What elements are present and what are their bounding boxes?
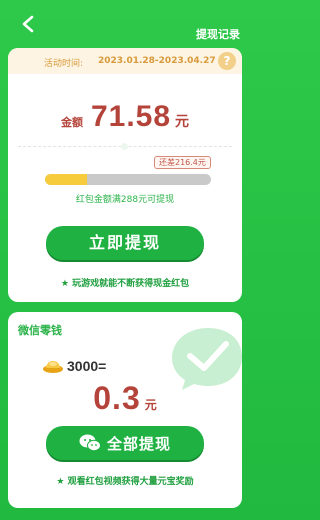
equals-sign: = <box>98 358 107 374</box>
withdraw-now-button[interactable]: 立即提现 <box>46 226 204 260</box>
wechat-wallet-card: 微信零钱 3000 = 0.3 元 全部提现 ★ 观看红包视频获得大量元宝奖励 <box>8 312 242 508</box>
withdraw-all-button[interactable]: 全部提现 <box>46 426 204 460</box>
threshold-hint: 红包金额满288元可提现 <box>75 195 175 205</box>
video-tip: ★ 观看红包视频获得大量元宝奖励 <box>56 477 194 487</box>
withdraw-all-label: 全部提现 <box>106 434 171 453</box>
back-button[interactable] <box>18 14 38 34</box>
amount-display: 金额 71.58 元 <box>8 100 242 134</box>
gold-ingot-icon <box>43 361 63 373</box>
period-value: 2023.01.28-2023.04.27 <box>98 56 216 66</box>
divider-dot <box>121 143 128 150</box>
chevron-left-icon <box>22 15 34 33</box>
wallet-title: 微信零钱 <box>18 324 62 337</box>
game-tip: ★ 玩游戏就能不断获得现金红包 <box>60 279 190 289</box>
ingot-count: 3000 <box>67 358 99 374</box>
amount-label: 金额 <box>60 116 83 129</box>
top-bar: 提现记录 <box>0 0 250 52</box>
remaining-badge: 还差216.4元 <box>154 156 211 169</box>
cash-unit: 元 <box>144 398 157 412</box>
withdraw-record-link[interactable]: 提现记录 <box>196 26 240 42</box>
progress-bar <box>45 174 211 185</box>
amount-value: 71.58 <box>90 100 172 133</box>
cash-equivalent: 0.3 元 <box>8 380 242 417</box>
progress-fill <box>45 174 87 185</box>
activity-period-bar: 活动时间: 2023.01.28-2023.04.27 ? <box>8 48 242 74</box>
cash-value: 0.3 <box>93 380 141 416</box>
withdraw-card: 活动时间: 2023.01.28-2023.04.27 ? 金额 71.58 元… <box>8 48 242 302</box>
question-icon[interactable]: ? <box>218 52 236 70</box>
wechat-icon <box>79 434 101 452</box>
ingot-exchange-row: 3000 = <box>42 358 106 374</box>
period-label: 活动时间: <box>44 59 84 69</box>
amount-unit: 元 <box>175 114 190 130</box>
